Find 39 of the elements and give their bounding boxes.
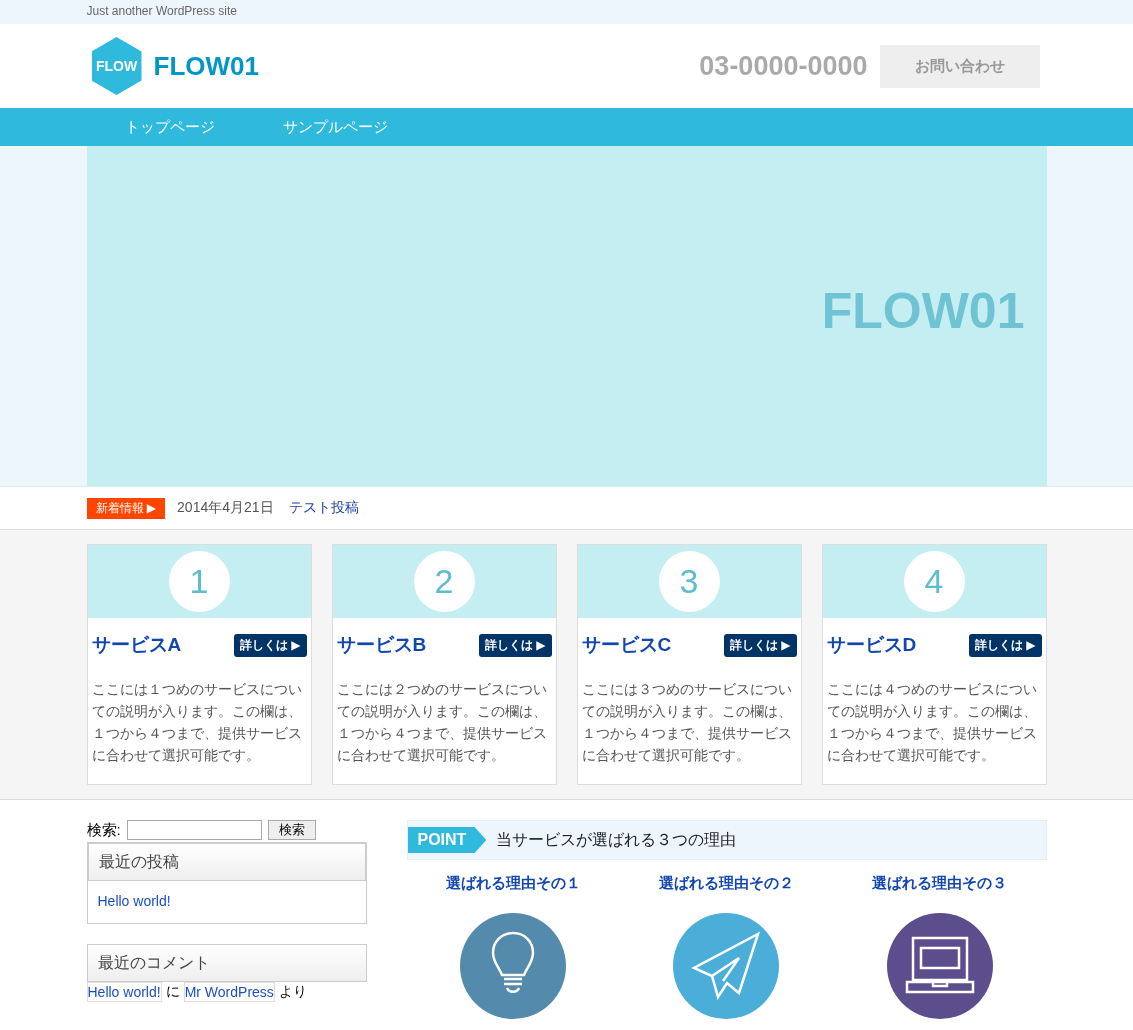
laptop-icon: [904, 936, 975, 996]
comment-text: より: [278, 983, 307, 1001]
search-label: 検索:: [86, 820, 121, 840]
service-title: サービスC: [581, 633, 672, 657]
widget-title: 最近の投稿: [87, 843, 366, 881]
news-link[interactable]: テスト投稿: [288, 499, 359, 517]
phone-number: 03-0000-0000: [699, 50, 868, 82]
service-description: ここには１つめのサービスについての説明が入ります。この欄は、１つから４つまで、提供サービスに合わせて選択可能です。: [91, 680, 303, 765]
paper-plane-icon: [691, 931, 762, 1001]
number-badge: 4: [903, 551, 965, 612]
number-badge: 3: [658, 551, 720, 612]
service-title: サービスB: [336, 633, 427, 657]
reason-title: 選ばれる理由その２: [659, 874, 794, 893]
details-button[interactable]: 詳しくは ▶: [478, 633, 552, 657]
section-heading: 当サービスが選ばれる３つの理由: [496, 829, 737, 850]
reason-title: 選ばれる理由その３: [872, 874, 1008, 893]
news-date: 2014年4月21日: [177, 499, 274, 517]
service-title: サービスA: [91, 633, 182, 657]
details-button[interactable]: 詳しくは ▶: [968, 633, 1042, 657]
post-link[interactable]: Hello world!: [86, 982, 162, 1002]
hero-title: FLOW01: [821, 282, 1025, 340]
number-badge: 2: [413, 551, 475, 612]
point-badge: POINT: [407, 827, 487, 853]
comment-text: に: [165, 983, 180, 1001]
widget-title: 最近のコメント: [86, 944, 367, 982]
details-button[interactable]: 詳しくは ▶: [723, 633, 797, 657]
reason-title: 選ばれる理由その１: [445, 874, 581, 893]
post-link[interactable]: Hello world!: [97, 893, 171, 909]
service-description: ここには４つめのサービスについての説明が入ります。この欄は、１つから４つまで、提供サービスに合わせて選択可能です。: [826, 680, 1038, 765]
number-badge: 1: [168, 551, 230, 612]
site-tagline: Just another WordPress site: [86, 3, 237, 20]
details-button[interactable]: 詳しくは ▶: [233, 633, 307, 657]
service-description: ここには３つめのサービスについての説明が入ります。この欄は、１つから４つまで、提供サービスに合わせて選択可能です。: [581, 680, 793, 765]
author-link[interactable]: Mr WordPress: [183, 982, 275, 1002]
search-button[interactable]: 検索: [267, 820, 316, 840]
service-title: サービスD: [826, 633, 917, 657]
service-description: ここには２つめのサービスについての説明が入ります。この欄は、１つから４つまで、提供サービスに合わせて選択可能です。: [336, 680, 548, 765]
news-badge: 新着情報 ▶: [86, 497, 166, 519]
search-field[interactable]: [126, 820, 262, 840]
